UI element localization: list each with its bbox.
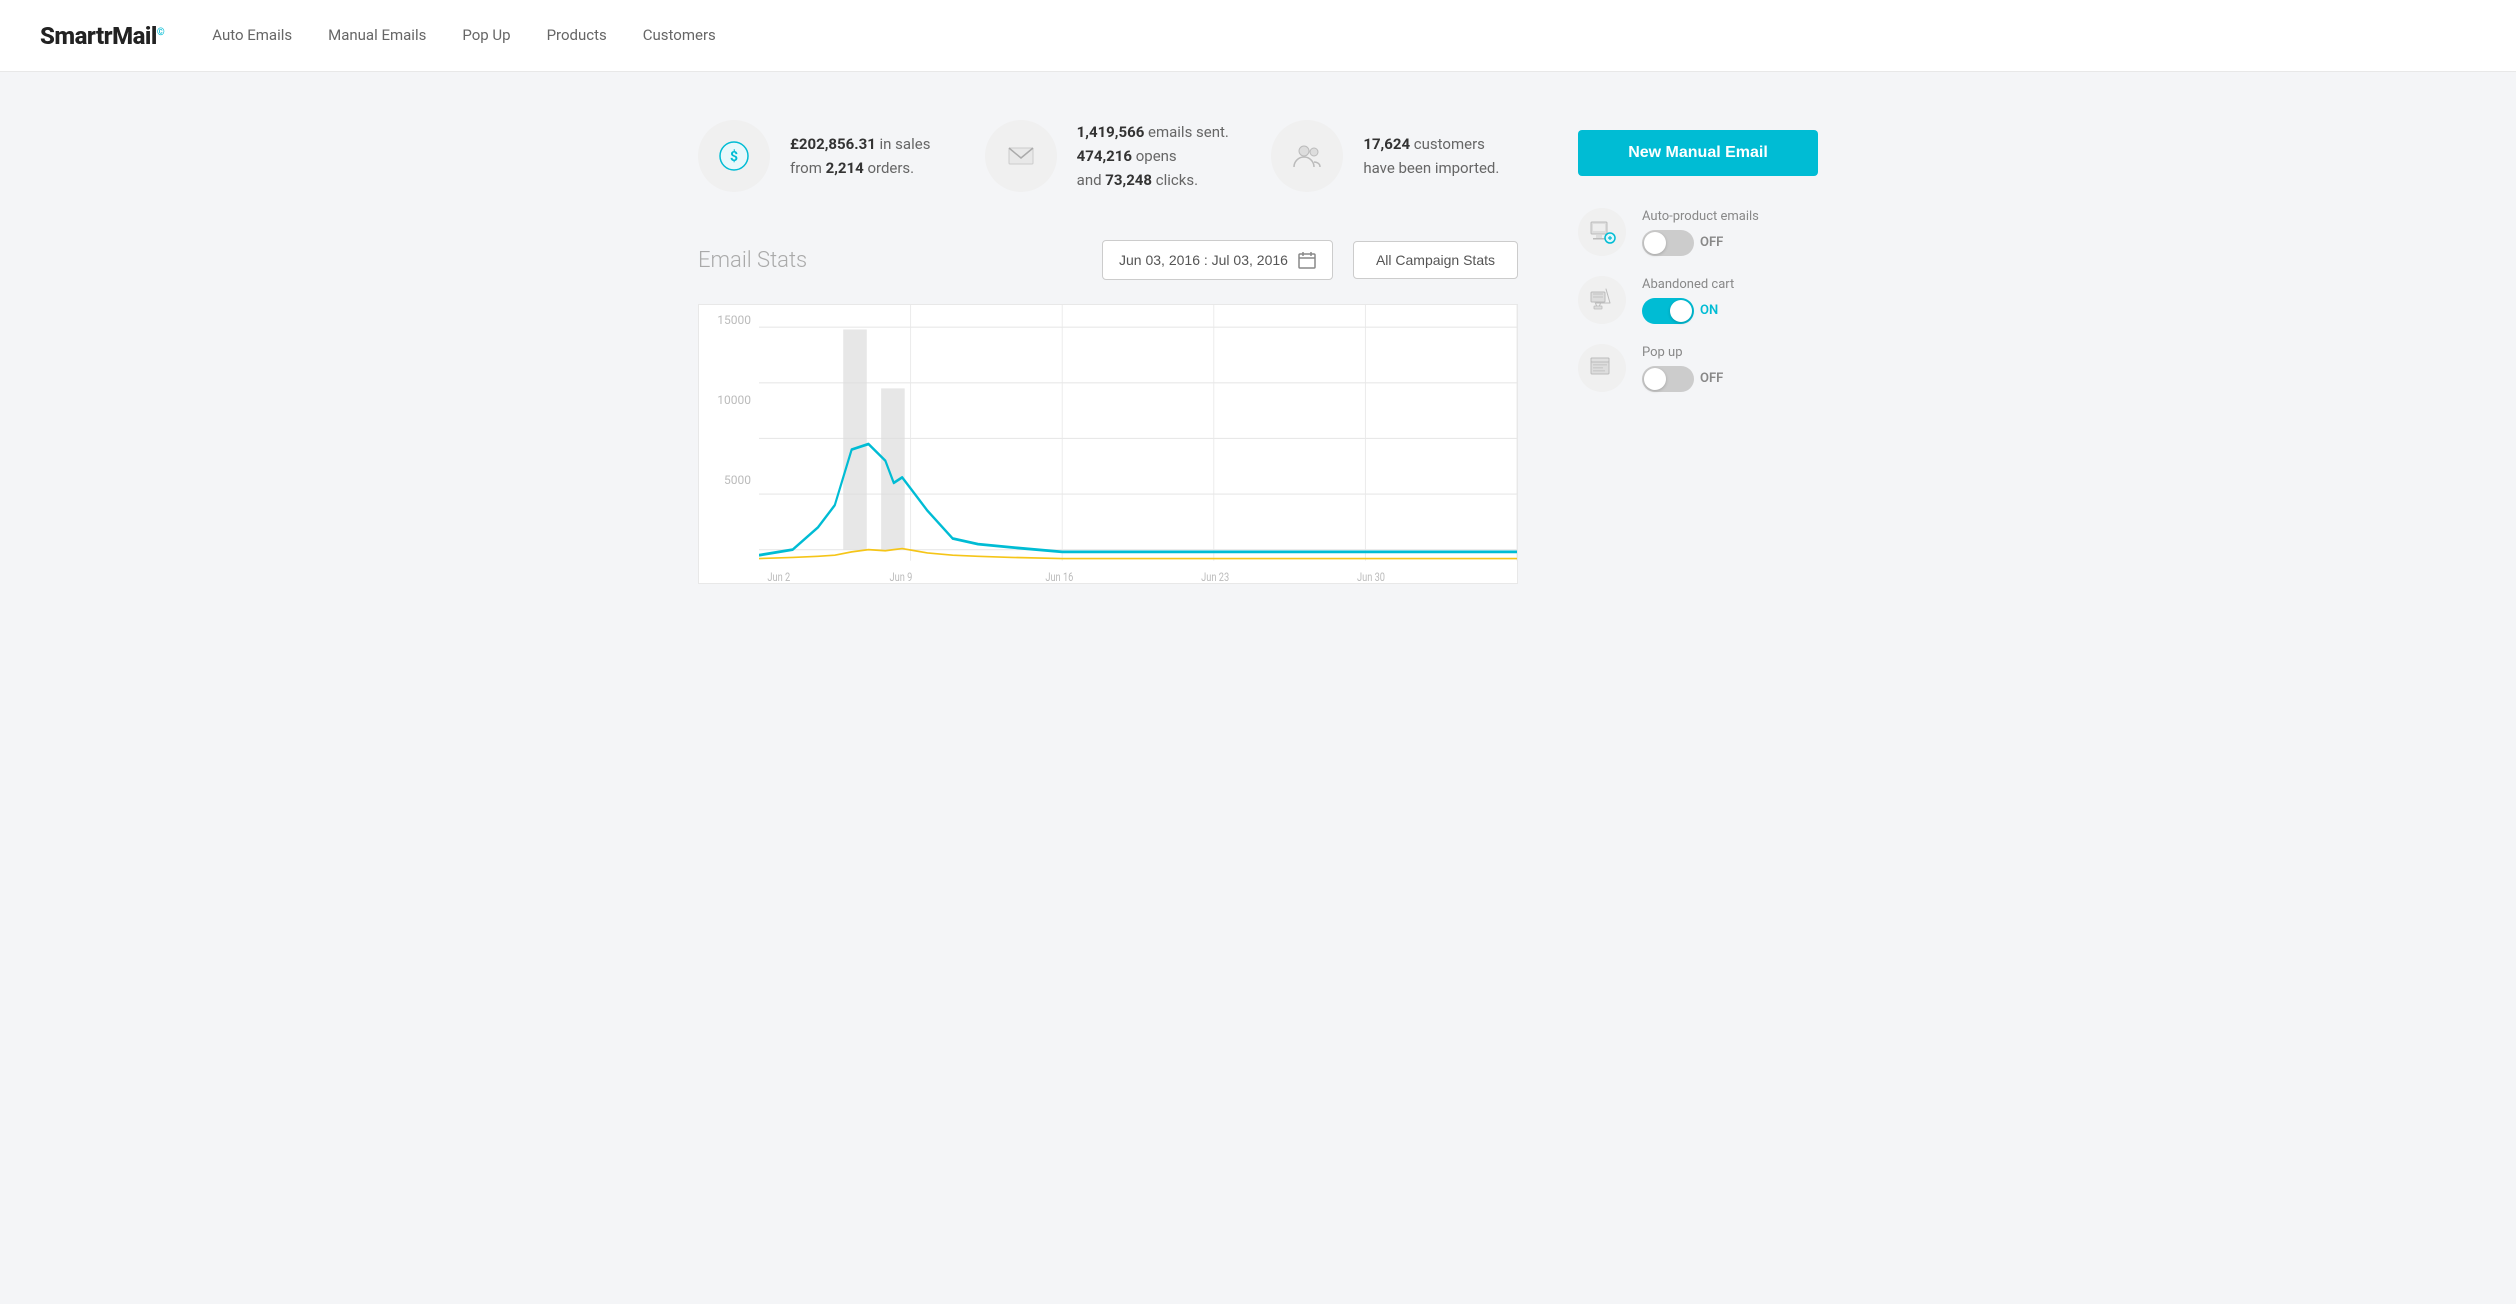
svg-text:Jun 2: Jun 2 [767, 570, 790, 583]
svg-text:Jun 30: Jun 30 [1357, 570, 1385, 583]
logo-dot: © [157, 27, 164, 38]
auto-product-icon [1588, 218, 1616, 246]
dollar-icon: $ [718, 140, 750, 172]
nav-manual-emails[interactable]: Manual Emails [328, 22, 426, 50]
left-section: $ £202,856.31 in sales from 2,214 orders… [698, 120, 1518, 584]
svg-text:$: $ [730, 148, 738, 165]
popup-label: Pop up [1642, 345, 1818, 360]
popup-toggle-info: Pop up OFF [1642, 345, 1818, 392]
svg-text:Jun 23: Jun 23 [1201, 570, 1229, 583]
popup-icon [1588, 354, 1616, 382]
chart-y-labels: 15000 10000 5000 [699, 305, 759, 553]
svg-text:Jun 9: Jun 9 [890, 570, 913, 583]
customers-icon-circle [1271, 120, 1343, 192]
chart-svg: Jun 2 Jun 9 Jun 16 Jun 23 Jun 30 [759, 305, 1517, 583]
abandoned-cart-thumb [1670, 300, 1692, 322]
email-icon [1005, 140, 1037, 172]
popup-switch[interactable]: OFF [1642, 366, 1818, 392]
nav-products[interactable]: Products [547, 22, 607, 50]
abandoned-cart-toggle-info: Abandoned cart ON [1642, 277, 1818, 324]
logo-text: SmartrMail [40, 22, 157, 50]
auto-product-track [1642, 230, 1694, 256]
auto-product-switch[interactable]: OFF [1642, 230, 1818, 256]
sales-stat-text: £202,856.31 in sales from 2,214 orders. [790, 132, 945, 180]
abandoned-cart-track [1642, 298, 1694, 324]
main-content: $ £202,856.31 in sales from 2,214 orders… [658, 72, 1858, 624]
abandoned-cart-icon [1588, 286, 1616, 314]
stat-sales: $ £202,856.31 in sales from 2,214 orders… [698, 120, 945, 192]
stats-row: $ £202,856.31 in sales from 2,214 orders… [698, 120, 1518, 192]
clicks-value: 73,248 [1105, 171, 1152, 189]
y-label-5000: 5000 [699, 473, 751, 487]
emails-icon-circle [985, 120, 1057, 192]
sales-value: £202,856.31 [790, 135, 876, 153]
popup-track [1642, 366, 1694, 392]
nav-pop-up[interactable]: Pop Up [462, 22, 510, 50]
y-label-15000: 15000 [699, 313, 751, 327]
chart-header: Email Stats Jun 03, 2016 : Jul 03, 2016 … [698, 240, 1518, 280]
svg-text:Jun 16: Jun 16 [1045, 570, 1073, 583]
abandoned-cart-icon-circle [1578, 276, 1626, 324]
stat-customers: 17,624 customers have been imported. [1271, 120, 1518, 192]
toggle-auto-product: Auto-product emails OFF [1578, 208, 1818, 256]
y-label-10000: 10000 [699, 393, 751, 407]
auto-product-thumb [1644, 232, 1666, 254]
emails-stat-text: 1,419,566 emails sent. 474,216 opensand … [1077, 120, 1229, 192]
customers-stat-text: 17,624 customers have been imported. [1363, 132, 1518, 180]
sales-icon-circle: $ [698, 120, 770, 192]
calendar-icon [1298, 251, 1316, 269]
auto-product-state: OFF [1700, 235, 1723, 250]
customers-icon [1291, 140, 1323, 172]
nav-auto-emails[interactable]: Auto Emails [212, 22, 292, 50]
auto-product-label: Auto-product emails [1642, 209, 1818, 224]
nav-customers[interactable]: Customers [643, 22, 716, 50]
chart-area: 15000 10000 5000 [698, 304, 1518, 584]
auto-product-toggle-info: Auto-product emails OFF [1642, 209, 1818, 256]
header: SmartrMail© Auto Emails Manual Emails Po… [0, 0, 2516, 72]
logo: SmartrMail© [40, 22, 164, 50]
new-manual-email-button[interactable]: New Manual Email [1578, 130, 1818, 176]
popup-icon-circle [1578, 344, 1626, 392]
customers-value: 17,624 [1363, 135, 1410, 153]
right-section: New Manual Email Auto-product emails [1578, 120, 1818, 584]
orders-value: 2,214 [826, 159, 864, 177]
auto-product-icon-circle [1578, 208, 1626, 256]
chart-section: Email Stats Jun 03, 2016 : Jul 03, 2016 … [698, 240, 1518, 584]
opens-value: 474,216 [1077, 147, 1132, 165]
stat-emails: 1,419,566 emails sent. 474,216 opensand … [985, 120, 1232, 192]
chart-title: Email Stats [698, 248, 1082, 273]
date-picker-button[interactable]: Jun 03, 2016 : Jul 03, 2016 [1102, 240, 1333, 280]
main-nav: Auto Emails Manual Emails Pop Up Product… [212, 22, 716, 50]
abandoned-cart-switch[interactable]: ON [1642, 298, 1818, 324]
popup-state: OFF [1700, 371, 1723, 386]
all-campaign-stats-button[interactable]: All Campaign Stats [1353, 241, 1518, 279]
emails-sent-value: 1,419,566 [1077, 123, 1145, 141]
date-range-text: Jun 03, 2016 : Jul 03, 2016 [1119, 252, 1288, 268]
abandoned-cart-label: Abandoned cart [1642, 277, 1818, 292]
toggle-popup: Pop up OFF [1578, 344, 1818, 392]
abandoned-cart-state: ON [1700, 303, 1718, 318]
toggle-abandoned-cart: Abandoned cart ON [1578, 276, 1818, 324]
chart-inner: Jun 2 Jun 9 Jun 16 Jun 23 Jun 30 [759, 305, 1517, 583]
popup-thumb [1644, 368, 1666, 390]
